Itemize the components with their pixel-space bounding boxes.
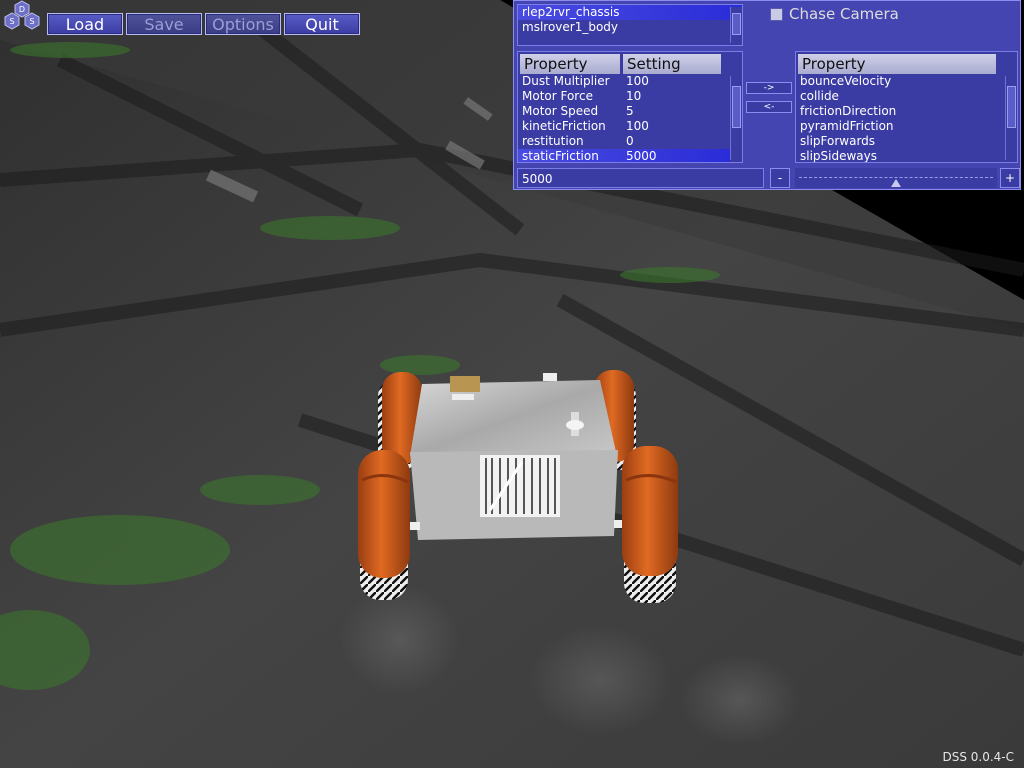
rover-wheel-front-left	[358, 450, 410, 600]
remove-property-button[interactable]: <-	[746, 101, 792, 113]
slider-track	[799, 177, 993, 178]
logo-letter-d: D	[19, 5, 25, 14]
body-list-scrollbar[interactable]	[730, 7, 742, 43]
chase-camera-label: Chase Camera	[789, 5, 899, 23]
cell-setting: 5	[626, 104, 634, 118]
cell-property: Dust Multiplier	[522, 74, 610, 88]
table-row[interactable]: Motor Speed 5	[518, 104, 730, 119]
checkbox-box[interactable]	[770, 7, 783, 21]
cell-setting: 0	[626, 134, 634, 148]
table-row[interactable]: restitution 0	[518, 134, 730, 149]
properties-table[interactable]: Property Setting Dust Multiplier 100 Moto…	[517, 51, 743, 163]
cell-setting: 100	[626, 119, 649, 133]
app-logo: D S S	[0, 0, 44, 34]
value-slider[interactable]	[795, 168, 997, 188]
quit-button[interactable]: Quit	[284, 13, 360, 35]
body-list-item[interactable]: mslrover1_body	[518, 20, 742, 35]
cell-setting: 5000	[626, 149, 657, 163]
body-list-item[interactable]: rlep2rvr_chassis	[518, 5, 742, 20]
load-button[interactable]: Load	[47, 13, 123, 35]
cell-setting: 10	[626, 89, 642, 103]
column-header-available-property[interactable]: Property	[798, 54, 996, 74]
column-header-property[interactable]: Property	[520, 54, 620, 74]
property-editor-panel: rlep2rvr_chassis mslrover1_body Chase Ca…	[513, 0, 1021, 190]
list-item[interactable]: collide	[796, 89, 1006, 104]
cell-property: kineticFriction	[522, 119, 606, 133]
table-row[interactable]: Motor Force 10	[518, 89, 730, 104]
cell-property: Motor Force	[522, 89, 593, 103]
value-input[interactable]: 5000	[517, 168, 764, 188]
available-properties-list[interactable]: Property bounceVelocity collide friction…	[795, 51, 1018, 163]
chase-camera-checkbox[interactable]: Chase Camera	[770, 5, 899, 23]
table-row[interactable]: Dust Multiplier 100	[518, 74, 730, 89]
cell-property: restitution	[522, 134, 584, 148]
rover-payload	[450, 376, 480, 392]
cell-property: staticFriction	[522, 149, 599, 163]
properties-scrollbar[interactable]	[730, 76, 742, 160]
available-properties-scrollbar[interactable]	[1005, 76, 1017, 160]
table-row-selected[interactable]: staticFriction 5000	[518, 149, 730, 163]
decrement-button[interactable]: -	[770, 168, 790, 188]
list-item[interactable]: slipForwards	[796, 134, 1006, 149]
main-toolbar: Load Save Options Quit	[47, 13, 360, 35]
rover-wheel-front-right	[622, 446, 678, 603]
column-header-setting[interactable]: Setting	[623, 54, 721, 74]
body-list[interactable]: rlep2rvr_chassis mslrover1_body	[517, 4, 743, 46]
save-button[interactable]: Save	[126, 13, 202, 35]
increment-button[interactable]: +	[1000, 168, 1020, 188]
table-row[interactable]: kineticFriction 100	[518, 119, 730, 134]
options-button[interactable]: Options	[205, 13, 281, 35]
logo-letter-s1: S	[9, 17, 14, 26]
add-property-button[interactable]: ->	[746, 82, 792, 94]
list-item[interactable]: bounceVelocity	[796, 74, 1006, 89]
list-item[interactable]: slipSideways	[796, 149, 1006, 162]
list-item[interactable]: pyramidFriction	[796, 119, 1006, 134]
rover-chassis-top	[410, 380, 616, 456]
slider-knob[interactable]	[891, 179, 901, 187]
list-item[interactable]: frictionDirection	[796, 104, 1006, 119]
version-label: DSS 0.0.4-C	[942, 750, 1014, 764]
cell-setting: 100	[626, 74, 649, 88]
cell-property: Motor Speed	[522, 104, 599, 118]
logo-letter-s2: S	[29, 17, 34, 26]
